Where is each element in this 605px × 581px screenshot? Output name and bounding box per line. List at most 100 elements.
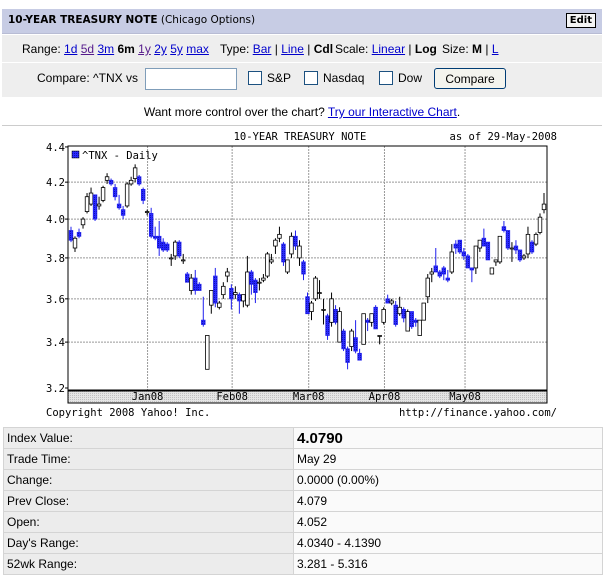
range-group: Range: 1d 5d 3m 6m 1y 2y 5y max (22, 42, 209, 56)
header-subtitle: (Chicago Options) (160, 14, 256, 26)
sp-checkbox[interactable] (248, 71, 262, 85)
candle-body (377, 335, 382, 337)
candle-body (469, 267, 475, 271)
candle (397, 296, 402, 316)
candle-body (205, 335, 210, 370)
candle-body (493, 259, 499, 263)
candle-body (257, 281, 262, 284)
candle (501, 220, 507, 233)
candle (213, 267, 218, 308)
quote-label: Trade Time: (3, 448, 294, 470)
candle (96, 196, 102, 210)
compare-label: Compare: ^TNX vs (37, 71, 138, 85)
candle-body (132, 167, 138, 179)
sp-label: S&P (267, 71, 292, 85)
interactive-chart-link[interactable]: Try our Interactive Chart (328, 105, 457, 119)
candle-body (449, 251, 455, 273)
size-l[interactable]: L (492, 42, 499, 56)
range-5d[interactable]: 5d (81, 42, 94, 56)
candle (409, 311, 414, 329)
quote-page: 10-YEAR TREASURY NOTE (Chicago Options) … (0, 0, 605, 581)
candle (369, 313, 374, 327)
candle (525, 226, 531, 258)
type-cdl-selected: Cdl (313, 42, 334, 56)
type-bar[interactable]: Bar (253, 42, 272, 56)
candle-body (441, 267, 446, 275)
candle-body (373, 306, 378, 330)
candle-body (209, 290, 214, 306)
candle (293, 230, 298, 250)
candle (537, 213, 543, 235)
interactive-chart-promo: Want more control over the chart? Try ou… (2, 105, 602, 119)
candle-body (269, 259, 274, 263)
quote-row: Change: 0.0000 (0.00%) (3, 469, 603, 491)
type-group: Type: Bar | Line | Cdl (220, 42, 333, 56)
separator: | (274, 42, 278, 56)
size-group: Size: M | L (442, 42, 499, 56)
quote-row: 52wk Range: 3.281 - 5.316 (3, 553, 603, 575)
candle-body (361, 313, 366, 345)
legend-swatch (71, 150, 80, 159)
candle-body (116, 203, 122, 209)
compare-symbol-input[interactable] (145, 68, 237, 90)
edit-button[interactable]: Edit (565, 13, 596, 28)
candle-body (193, 277, 198, 291)
candle (92, 194, 98, 221)
range-2y[interactable]: 2y (154, 42, 167, 56)
y-tick-label: 3.8 (46, 253, 65, 265)
scale-linear[interactable]: Linear (372, 42, 405, 56)
candle-body (104, 176, 110, 181)
candle-body (365, 319, 370, 323)
range-6m-selected: 6m (117, 42, 135, 56)
candle-body (369, 313, 374, 323)
candle (321, 298, 326, 325)
candle (185, 271, 190, 283)
candle (421, 302, 426, 321)
candle (273, 238, 278, 254)
type-line[interactable]: Line (281, 42, 304, 56)
scale-log-selected: Log (414, 42, 437, 56)
promo-text: Want more control over the chart? (143, 105, 325, 119)
range-1y[interactable]: 1y (138, 42, 151, 56)
candle (485, 241, 491, 261)
candle-body (201, 319, 206, 325)
candle (509, 242, 515, 262)
candle (389, 298, 394, 306)
candle (173, 240, 178, 260)
candle (124, 182, 130, 208)
chart-options-row: Range: 1d 5d 3m 6m 1y 2y 5y max Type: Ba… (2, 35, 602, 63)
candle (136, 174, 142, 186)
candle (297, 240, 302, 266)
chart-title: 10-YEAR TREASURY NOTE (234, 131, 367, 143)
dow-checkbox[interactable] (379, 71, 393, 85)
candle (140, 187, 146, 205)
quote-row: Prev Close: 4.079 (3, 490, 603, 512)
candle-body (429, 271, 434, 275)
candle-body (321, 309, 326, 311)
candle-body (189, 277, 194, 291)
nasdaq-checkbox[interactable] (304, 71, 318, 85)
quote-label: Index Value: (3, 427, 294, 449)
candle (385, 294, 390, 304)
candle-body (529, 241, 535, 253)
range-max[interactable]: max (186, 42, 209, 56)
compare-button[interactable]: Compare (434, 68, 506, 89)
candle-body (289, 235, 294, 255)
quote-value: 4.0340 - 4.1390 (293, 532, 603, 554)
quote-value: 4.052 (293, 511, 603, 533)
range-3m[interactable]: 3m (97, 42, 114, 56)
range-5y[interactable]: 5y (170, 42, 183, 56)
candle (197, 282, 202, 291)
range-1d[interactable]: 1d (64, 42, 77, 56)
candle-body (177, 241, 182, 257)
size-label: Size: (442, 42, 469, 56)
candle-body (457, 239, 463, 253)
candle-body (76, 232, 82, 237)
candle (445, 269, 450, 283)
candle (517, 249, 523, 262)
candle-body (229, 287, 234, 300)
candle (469, 267, 475, 283)
compare-row: Compare: ^TNX vs S&P Nasdaq Dow Compare (2, 63, 602, 97)
candle-body (325, 315, 330, 336)
candle-body (357, 352, 362, 361)
